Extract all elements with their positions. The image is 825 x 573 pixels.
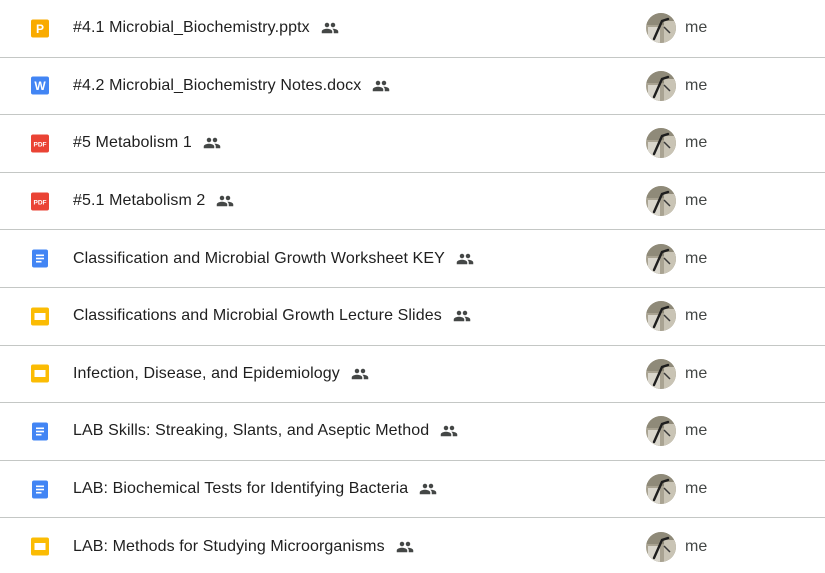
file-name-cell: LAB: Biochemical Tests for Identifying B… [73,479,438,499]
owner-cell: me [646,416,708,447]
file-name[interactable]: #4.1 Microbial_Biochemistry.pptx [73,19,310,37]
file-name-cell: LAB Skills: Streaking, Slants, and Asept… [73,421,459,441]
owner-label: me [685,307,708,325]
file-row[interactable]: LAB Skills: Streaking, Slants, and Asept… [0,403,825,461]
owner-label: me [685,19,708,37]
file-row[interactable]: LAB: Methods for Studying Microorganisms… [0,518,825,573]
shared-people-icon [418,479,438,499]
pdf-icon: PDF [30,192,49,211]
file-name[interactable]: Classification and Microbial Growth Work… [73,250,445,268]
file-row[interactable]: Classifications and Microbial Growth Lec… [0,288,825,346]
owner-cell: me [646,358,708,389]
file-list: P #4.1 Microbial_Biochemistry.pptx me W #4.… [0,0,825,573]
file-row[interactable]: LAB: Biochemical Tests for Identifying B… [0,461,825,519]
owner-label: me [685,134,708,152]
owner-cell: me [646,531,708,562]
avatar [646,358,676,389]
file-name[interactable]: LAB Skills: Streaking, Slants, and Asept… [73,422,429,440]
shared-people-icon [439,421,459,441]
file-name[interactable]: #5 Metabolism 1 [73,134,192,152]
shared-people-icon [395,537,415,557]
file-row[interactable]: PDF #5.1 Metabolism 2 me [0,173,825,231]
avatar [646,186,676,217]
file-name-cell: #4.2 Microbial_Biochemistry Notes.docx [73,76,391,96]
avatar [646,128,676,159]
owner-cell: me [646,128,708,159]
owner-cell: me [646,186,708,217]
owner-label: me [685,192,708,210]
owner-label: me [685,249,708,267]
shared-people-icon [202,133,222,153]
owner-label: me [685,480,708,498]
powerpoint-icon: P [30,19,49,38]
google-slides-icon [30,307,49,326]
shared-people-icon [320,18,340,38]
file-name-cell: #4.1 Microbial_Biochemistry.pptx [73,18,340,38]
shared-people-icon [452,306,472,326]
google-docs-icon [30,422,49,441]
file-name[interactable]: LAB: Biochemical Tests for Identifying B… [73,480,408,498]
owner-cell: me [646,13,708,44]
file-name-cell: Classifications and Microbial Growth Lec… [73,306,472,326]
avatar [646,474,676,505]
file-name[interactable]: #4.2 Microbial_Biochemistry Notes.docx [73,77,361,95]
shared-people-icon [350,364,370,384]
file-row[interactable]: Infection, Disease, and Epidemiology me [0,346,825,404]
file-row[interactable]: W #4.2 Microbial_Biochemistry Notes.docx … [0,58,825,116]
file-name-cell: Classification and Microbial Growth Work… [73,249,475,269]
file-name-cell: Infection, Disease, and Epidemiology [73,364,370,384]
file-name[interactable]: Infection, Disease, and Epidemiology [73,365,340,383]
google-slides-icon [30,364,49,383]
avatar [646,70,676,101]
file-name[interactable]: Classifications and Microbial Growth Lec… [73,307,442,325]
owner-cell: me [646,243,708,274]
svg-text:P: P [35,22,43,36]
google-docs-icon [30,480,49,499]
owner-cell: me [646,70,708,101]
file-name[interactable]: LAB: Methods for Studying Microorganisms [73,538,385,556]
svg-text:W: W [34,79,46,93]
file-row[interactable]: Classification and Microbial Growth Work… [0,230,825,288]
file-row[interactable]: PDF #5 Metabolism 1 me [0,115,825,173]
word-icon: W [30,76,49,95]
svg-text:PDF: PDF [33,141,46,148]
avatar [646,243,676,274]
owner-cell: me [646,474,708,505]
shared-people-icon [455,249,475,269]
owner-label: me [685,422,708,440]
file-row[interactable]: P #4.1 Microbial_Biochemistry.pptx me [0,0,825,58]
svg-text:PDF: PDF [33,199,46,206]
shared-people-icon [215,191,235,211]
avatar [646,301,676,332]
google-docs-icon [30,249,49,268]
file-name-cell: #5 Metabolism 1 [73,133,222,153]
file-name-cell: LAB: Methods for Studying Microorganisms [73,537,415,557]
owner-label: me [685,76,708,94]
file-name-cell: #5.1 Metabolism 2 [73,191,235,211]
shared-people-icon [371,76,391,96]
avatar [646,416,676,447]
google-slides-icon [30,537,49,556]
avatar [646,531,676,562]
file-name[interactable]: #5.1 Metabolism 2 [73,192,205,210]
owner-cell: me [646,301,708,332]
avatar [646,13,676,44]
owner-label: me [685,364,708,382]
owner-label: me [685,537,708,555]
pdf-icon: PDF [30,134,49,153]
